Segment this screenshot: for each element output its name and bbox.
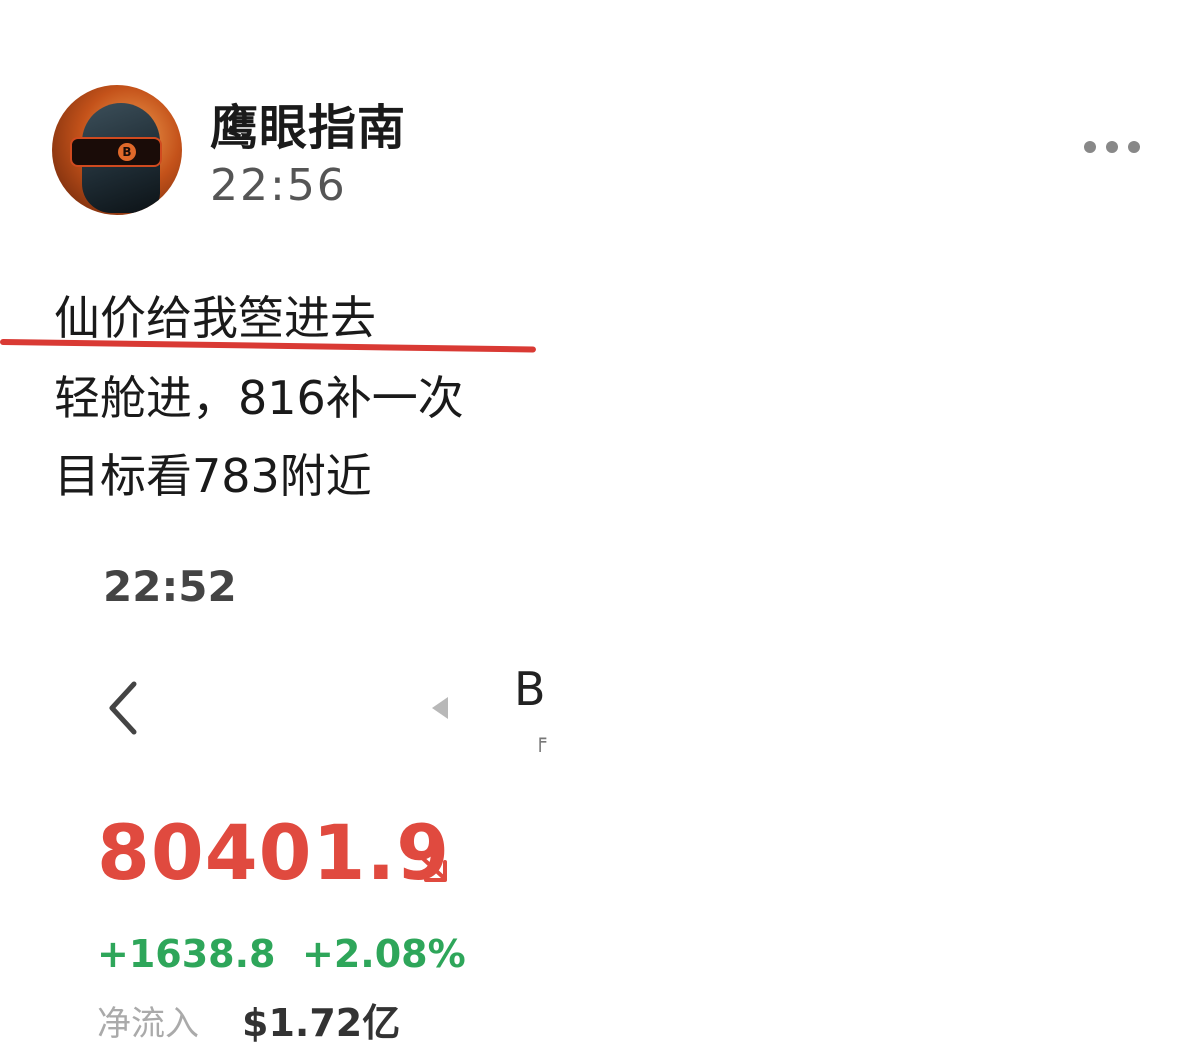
bitcoin-icon: B xyxy=(118,143,136,161)
price-change: +1638.8 xyxy=(97,932,276,976)
more-dots-icon[interactable] xyxy=(1084,141,1140,153)
chevron-left-icon[interactable] xyxy=(104,680,144,736)
post-text-line-1: 仙价给我箜进去 xyxy=(54,291,376,345)
triangle-left-icon[interactable] xyxy=(430,695,450,721)
price-change-percent: +2.08% xyxy=(302,932,466,976)
post-text-line-2: 轻舱进，816补一次 xyxy=(54,371,464,425)
post-timestamp: 22:56 xyxy=(210,160,347,211)
price-value: 80401.9 xyxy=(97,808,451,897)
author-name[interactable]: 鹰眼指南 xyxy=(210,88,406,158)
dot xyxy=(1084,141,1096,153)
post-text-line-3: 目标看783附近 xyxy=(54,449,372,503)
arrow-down-right-icon xyxy=(414,850,450,884)
avatar[interactable]: B xyxy=(52,85,182,215)
avatar-visor: B xyxy=(70,137,162,167)
symbol-initial: B xyxy=(514,662,546,716)
net-inflow-label: 净流入 xyxy=(97,1004,199,1044)
screenshot-status-time: 22:52 xyxy=(103,562,237,611)
dot xyxy=(1106,141,1118,153)
dot xyxy=(1128,141,1140,153)
net-inflow-value: $1.72亿 xyxy=(242,1001,401,1045)
symbol-subtext: ╒ xyxy=(534,728,547,752)
